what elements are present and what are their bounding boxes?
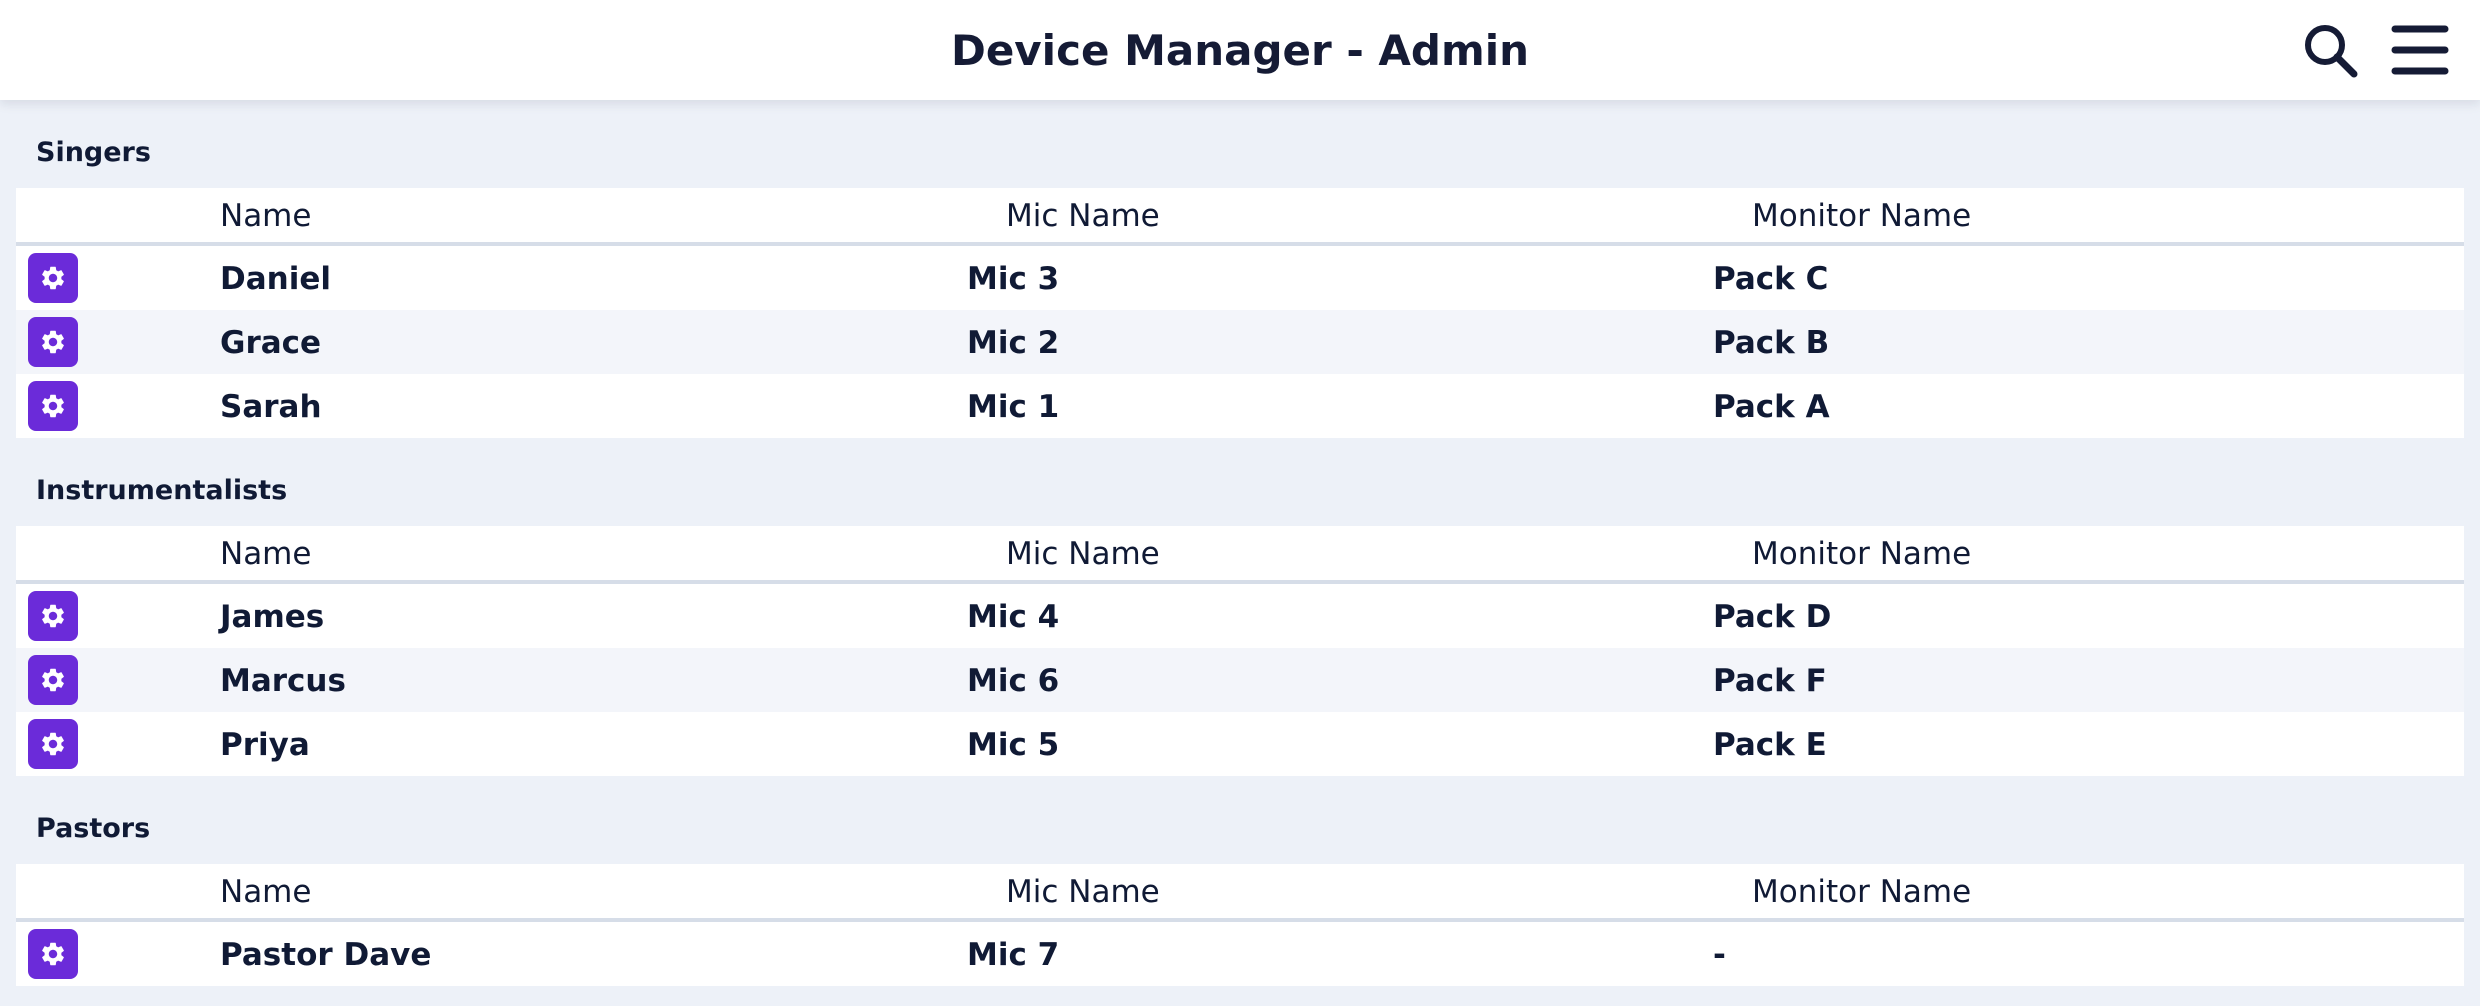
section: Singers Name Mic Name Monitor Name Daniel Mic… (16, 100, 2464, 438)
cell-mic-name: Mic 5 (967, 727, 1060, 763)
gear-icon (42, 668, 64, 692)
cell-name: Daniel (220, 261, 331, 297)
device-table: Name Mic Name Monitor Name James Mic 4 Pack D… (16, 526, 2464, 776)
cell-mic-name: Mic 4 (967, 599, 1060, 635)
settings-button[interactable] (28, 381, 78, 431)
cell-monitor-name: Pack A (1713, 389, 1830, 425)
cell-monitor-name: Pack E (1713, 727, 1827, 763)
table-row: Marcus Mic 6 Pack F (16, 648, 2464, 712)
menu-button[interactable] (2390, 20, 2450, 80)
section-title: Pastors (36, 813, 151, 844)
table-row: Daniel Mic 3 Pack C (16, 246, 2464, 310)
cell-name: Grace (220, 325, 322, 361)
gear-icon (42, 330, 64, 354)
gear-icon (42, 266, 64, 290)
table-row: Pastor Dave Mic 7 - (16, 922, 2464, 986)
column-header-mic-name: Mic Name (1006, 198, 1160, 234)
table-header: Name Mic Name Monitor Name (16, 526, 2464, 584)
column-header-name: Name (220, 536, 312, 572)
cell-name: Priya (220, 727, 310, 763)
hamburger-menu-icon (2391, 25, 2449, 75)
table-header: Name Mic Name Monitor Name (16, 188, 2464, 246)
table-row: Sarah Mic 1 Pack A (16, 374, 2464, 438)
table-header: Name Mic Name Monitor Name (16, 864, 2464, 922)
cell-mic-name: Mic 6 (967, 663, 1060, 699)
cell-monitor-name: - (1713, 937, 1726, 973)
device-table: Name Mic Name Monitor Name Daniel Mic 3 Pack … (16, 188, 2464, 438)
cell-monitor-name: Pack B (1713, 325, 1830, 361)
settings-button[interactable] (28, 929, 78, 979)
column-header-name: Name (220, 874, 312, 910)
column-header-mic-name: Mic Name (1006, 536, 1160, 572)
settings-button[interactable] (28, 253, 78, 303)
settings-button[interactable] (28, 655, 78, 705)
top-bar: Device Manager - Admin (0, 0, 2480, 100)
page-title: Device Manager - Admin (950, 26, 1530, 75)
table-row: James Mic 4 Pack D (16, 584, 2464, 648)
search-icon (2305, 25, 2358, 78)
column-header-monitor-name: Monitor Name (1752, 198, 1972, 234)
gear-icon (42, 732, 64, 756)
search-button[interactable] (2300, 20, 2360, 80)
cell-name: James (220, 599, 325, 635)
settings-button[interactable] (28, 591, 78, 641)
device-table: Name Mic Name Monitor Name Pastor Dave Mic 7… (16, 864, 2464, 986)
cell-monitor-name: Pack F (1713, 663, 1827, 699)
section: Instrumentalists Name Mic Name Monitor Name… (16, 438, 2464, 776)
table-row: Priya Mic 5 Pack E (16, 712, 2464, 776)
device-list: Singers Name Mic Name Monitor Name Daniel Mic… (16, 100, 2464, 986)
cell-name: Pastor Dave (220, 937, 432, 973)
cell-monitor-name: Pack D (1713, 599, 1832, 635)
cell-mic-name: Mic 3 (967, 261, 1060, 297)
column-header-monitor-name: Monitor Name (1752, 874, 1972, 910)
table-row: Grace Mic 2 Pack B (16, 310, 2464, 374)
gear-icon (42, 942, 64, 966)
column-header-mic-name: Mic Name (1006, 874, 1160, 910)
cell-name: Sarah (220, 389, 322, 425)
gear-icon (42, 604, 64, 628)
settings-button[interactable] (28, 317, 78, 367)
column-header-monitor-name: Monitor Name (1752, 536, 1972, 572)
cell-monitor-name: Pack C (1713, 261, 1829, 297)
section: Pastors Name Mic Name Monitor Name Pastor Da… (16, 776, 2464, 986)
cell-mic-name: Mic 1 (967, 389, 1060, 425)
settings-button[interactable] (28, 719, 78, 769)
section-title: Singers (36, 137, 151, 168)
cell-mic-name: Mic 2 (967, 325, 1060, 361)
cell-name: Marcus (220, 663, 346, 699)
cell-mic-name: Mic 7 (967, 937, 1060, 973)
gear-icon (42, 394, 64, 418)
column-header-name: Name (220, 198, 312, 234)
section-title: Instrumentalists (36, 475, 288, 506)
